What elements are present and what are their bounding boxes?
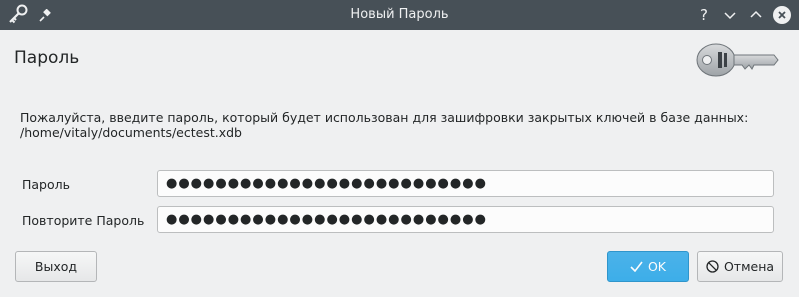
checkmark-icon	[630, 261, 643, 272]
cancel-button-label: Отмена	[723, 259, 775, 274]
help-button[interactable]: ?	[695, 5, 713, 25]
ok-button[interactable]: OK	[607, 251, 689, 282]
description: Пожалуйста, введите пароль, который буде…	[20, 110, 790, 140]
maximize-button[interactable]	[747, 5, 765, 25]
ok-button-label: OK	[647, 259, 667, 274]
close-button[interactable]	[773, 6, 791, 24]
description-text: Пожалуйста, введите пароль, который буде…	[20, 110, 749, 125]
close-icon	[778, 11, 786, 19]
password-field[interactable]: ●●●●●●●●●●●●●●●●●●●●●●●●●●	[157, 170, 774, 197]
password-label: Пароль	[22, 177, 70, 192]
page-title: Пароль	[14, 48, 80, 68]
repeat-password-value: ●●●●●●●●●●●●●●●●●●●●●●●●●●	[166, 212, 487, 227]
key-image	[694, 40, 780, 80]
database-path: /home/vitaly/documents/ectest.xdb	[20, 125, 242, 140]
window-title: Новый Пароль	[350, 7, 449, 22]
title-bar[interactable]: Новый Пароль ?	[0, 0, 799, 30]
cancel-icon	[706, 260, 719, 273]
exit-button-label: Выход	[34, 259, 78, 274]
minimize-button[interactable]	[721, 5, 739, 25]
repeat-password-label: Повторите Пароль	[22, 213, 145, 228]
title-bar-controls: ?	[695, 5, 791, 25]
cancel-button[interactable]: Отмена	[697, 251, 783, 282]
repeat-password-field[interactable]: ●●●●●●●●●●●●●●●●●●●●●●●●●●	[157, 206, 774, 233]
password-value: ●●●●●●●●●●●●●●●●●●●●●●●●●●	[166, 176, 487, 191]
exit-button[interactable]: Выход	[15, 251, 97, 282]
